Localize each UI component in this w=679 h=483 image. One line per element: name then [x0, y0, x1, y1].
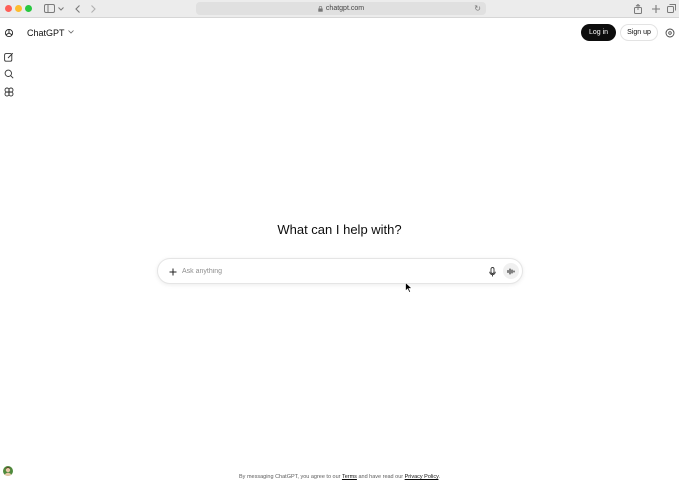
back-icon[interactable] — [73, 2, 82, 15]
url-text: chatgpt.com — [325, 5, 365, 12]
signup-button[interactable]: Sign up — [620, 24, 658, 41]
terms-notice: By messaging ChatGPT, you agree to our T… — [0, 474, 679, 480]
explore-gpts-icon[interactable] — [3, 86, 14, 97]
new-tab-icon[interactable] — [650, 2, 661, 15]
zoom-window-button[interactable] — [25, 5, 32, 12]
terms-prefix: By messaging ChatGPT, you agree to our — [239, 474, 342, 480]
model-name: ChatGPT — [27, 28, 65, 38]
mouse-cursor-icon — [405, 280, 413, 293]
help-icon[interactable] — [664, 27, 675, 38]
chevron-down-icon[interactable] — [57, 2, 65, 15]
microphone-icon[interactable] — [487, 265, 498, 278]
model-selector[interactable]: ChatGPT — [27, 26, 74, 40]
lock-icon — [318, 6, 323, 12]
address-bar[interactable]: chatgpt.com ↻ — [196, 2, 486, 15]
privacy-policy-link[interactable]: Privacy Policy — [405, 474, 439, 480]
terms-link[interactable]: Terms — [342, 474, 357, 480]
prompt-input[interactable] — [182, 265, 482, 278]
page-headline: What can I help with? — [277, 222, 402, 237]
avatar[interactable] — [3, 466, 13, 476]
share-icon[interactable] — [632, 2, 643, 15]
sidebar-toggle-icon[interactable] — [42, 2, 56, 15]
login-button[interactable]: Log in — [581, 24, 616, 41]
sidebar-rail — [0, 19, 18, 483]
tab-overview-icon[interactable] — [666, 2, 677, 15]
chevron-down-icon — [67, 30, 74, 36]
browser-toolbar: chatgpt.com ↻ — [0, 0, 679, 18]
reload-icon[interactable]: ↻ — [474, 4, 481, 13]
forward-icon[interactable] — [89, 2, 98, 15]
terms-middle: and have read our — [356, 474, 405, 480]
terms-suffix: . — [438, 474, 440, 480]
new-chat-icon[interactable] — [3, 51, 14, 62]
attach-plus-icon[interactable] — [166, 265, 179, 278]
composer — [157, 258, 523, 284]
voice-mode-icon[interactable] — [503, 263, 519, 279]
search-icon[interactable] — [3, 68, 14, 79]
minimize-window-button[interactable] — [15, 5, 22, 12]
openai-logo-icon[interactable] — [3, 27, 14, 38]
close-window-button[interactable] — [5, 5, 12, 12]
